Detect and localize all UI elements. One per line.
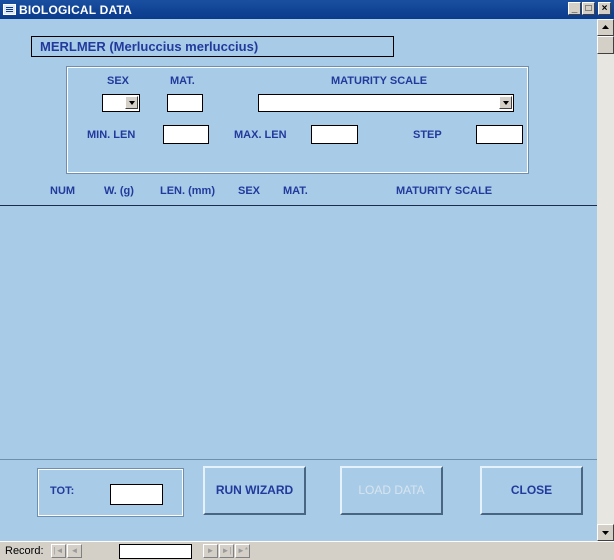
step-label: STEP [413, 129, 442, 141]
scroll-thumb[interactable] [597, 36, 614, 54]
first-record-button[interactable]: |◄ [51, 544, 66, 558]
mat-input[interactable] [167, 94, 203, 112]
sex-label: SEX [107, 75, 130, 87]
sex-select[interactable] [102, 94, 140, 112]
mat-label: MAT. [170, 75, 195, 87]
column-header-length: LEN. (mm) [160, 185, 215, 197]
run-wizard-button[interactable]: RUN WIZARD [203, 466, 306, 515]
previous-record-button[interactable]: ◄ [67, 544, 82, 558]
tot-field[interactable] [110, 484, 163, 505]
maximize-button[interactable]: □ [582, 2, 595, 15]
scroll-up-button[interactable] [597, 19, 614, 36]
form-icon [3, 4, 16, 15]
tot-label: TOT: [50, 485, 75, 497]
min-len-label: MIN. LEN [87, 129, 136, 141]
form-body: MERLMER (Merluccius merluccius) SEX MAT.… [0, 19, 597, 541]
maturity-scale-dropdown-arrow-icon[interactable] [499, 96, 512, 109]
records-area[interactable] [0, 206, 597, 459]
filter-panel: SEX MAT. MATURITY SCALE MIN. LEN MAX. LE… [66, 66, 529, 174]
column-header-weight: W. (g) [104, 185, 134, 197]
maturity-scale-label: MATURITY SCALE [331, 75, 428, 87]
column-header-num: NUM [50, 185, 76, 197]
min-len-input[interactable] [163, 125, 209, 144]
column-header-mat: MAT. [283, 185, 308, 197]
sex-dropdown-arrow-icon[interactable] [125, 96, 138, 109]
scroll-up-arrow-icon [602, 25, 609, 29]
close-window-button[interactable]: × [598, 2, 611, 15]
record-label: Record: [5, 545, 44, 557]
scroll-down-button[interactable] [597, 524, 614, 541]
biological-data-window: BIOLOGICAL DATA _ □ × MERLMER (Merlucciu… [0, 0, 614, 560]
vertical-scrollbar[interactable] [597, 19, 614, 541]
footer-separator [0, 459, 597, 460]
window-title: BIOLOGICAL DATA [19, 3, 132, 17]
max-len-label: MAX. LEN [234, 129, 287, 141]
scroll-down-arrow-icon [602, 531, 609, 535]
next-record-button[interactable]: ► [203, 544, 218, 558]
record-navigation-bar: Record: |◄ ◄ ► ►| ►* [0, 541, 614, 560]
title-bar[interactable]: BIOLOGICAL DATA _ □ × [0, 0, 614, 19]
new-record-button[interactable]: ►* [235, 544, 250, 558]
maturity-scale-select[interactable] [258, 94, 514, 112]
tot-panel: TOT: [37, 468, 184, 517]
minimize-button[interactable]: _ [568, 2, 581, 15]
column-header-sex: SEX [238, 185, 261, 197]
max-len-input[interactable] [311, 125, 358, 144]
close-button[interactable]: CLOSE [480, 466, 583, 515]
load-data-button[interactable]: LOAD DATA [340, 466, 443, 515]
column-header-maturity-scale: MATURITY SCALE [396, 185, 493, 197]
record-number-input[interactable] [119, 544, 192, 559]
species-name: MERLMER (Merluccius merluccius) [31, 36, 394, 57]
last-record-button[interactable]: ►| [219, 544, 234, 558]
step-input[interactable] [476, 125, 523, 144]
